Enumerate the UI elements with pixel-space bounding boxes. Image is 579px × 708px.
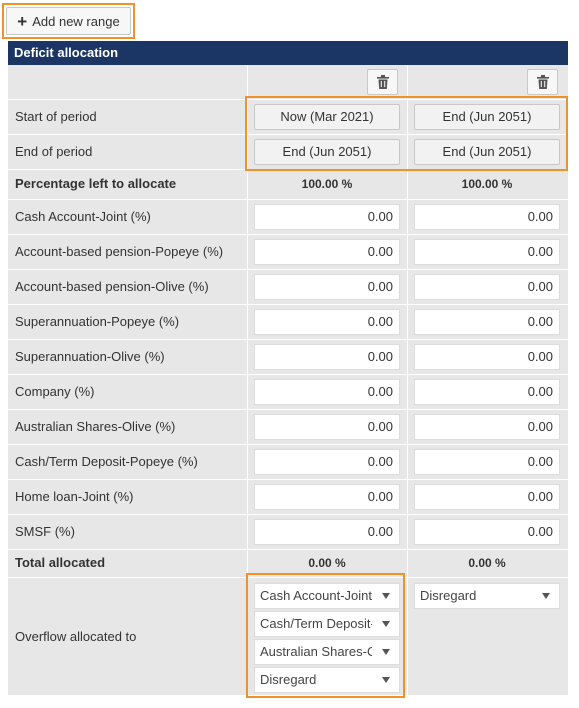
overflow-select-col2[interactable]: Disregard — [414, 583, 560, 609]
allocation-input-1[interactable]: 0.00 — [254, 519, 400, 545]
allocation-input-1[interactable]: 0.00 — [254, 414, 400, 440]
allocation-input-2[interactable]: 0.00 — [414, 204, 560, 230]
allocation-label: Superannuation-Olive (%) — [15, 349, 165, 364]
allocation-input-2[interactable]: 0.00 — [414, 379, 560, 405]
allocation-row: Cash Account-Joint (%) 0.00 0.00 — [8, 199, 568, 234]
allocation-input-1[interactable]: 0.00 — [254, 484, 400, 510]
allocation-label: Australian Shares-Olive (%) — [15, 419, 176, 434]
allocation-input-2[interactable]: 0.00 — [414, 484, 560, 510]
allocation-input-1[interactable]: 0.00 — [254, 344, 400, 370]
allocation-label: Superannuation-Popeye (%) — [15, 314, 180, 329]
total-allocated-label: Total allocated — [15, 555, 106, 570]
allocation-input-2[interactable]: 0.00 — [414, 239, 560, 265]
allocation-row: Cash/Term Deposit-Popeye (%) 0.00 0.00 — [8, 444, 568, 479]
allocation-row: Home loan-Joint (%) 0.00 0.00 — [8, 479, 568, 514]
allocation-input-2[interactable]: 0.00 — [414, 414, 560, 440]
allocation-input-1[interactable]: 0.00 — [254, 379, 400, 405]
end-of-period-label: End of period — [15, 144, 93, 159]
allocation-label: SMSF (%) — [15, 524, 75, 539]
allocation-label: Cash/Term Deposit-Popeye (%) — [15, 454, 198, 469]
allocation-row: Account-based pension-Olive (%) 0.00 0.0… — [8, 269, 568, 304]
allocation-input-2[interactable]: 0.00 — [414, 274, 560, 300]
total-allocated-value-2: 0.00 % — [468, 556, 506, 570]
allocation-label: Company (%) — [15, 384, 95, 399]
add-new-range-label: Add new range — [32, 13, 120, 29]
allocation-row: Account-based pension-Popeye (%) 0.00 0.… — [8, 234, 568, 269]
allocation-input-1[interactable]: 0.00 — [254, 204, 400, 230]
percentage-left-value-2: 100.00 % — [461, 177, 513, 191]
add-new-range-button[interactable]: + Add new range — [6, 7, 131, 35]
allocation-row: Superannuation-Olive (%) 0.00 0.00 — [8, 339, 568, 374]
percentage-left-label: Percentage left to allocate — [15, 176, 177, 191]
allocation-label: Cash Account-Joint (%) — [15, 209, 151, 224]
percentage-left-value-1: 100.00 % — [301, 177, 353, 191]
allocation-input-2[interactable]: 0.00 — [414, 309, 560, 335]
allocation-input-2[interactable]: 0.00 — [414, 519, 560, 545]
panel-title: Deficit allocation — [8, 41, 568, 65]
delete-range-row — [8, 65, 568, 99]
overflow-label: Overflow allocated to — [15, 629, 137, 644]
allocation-input-1[interactable]: 0.00 — [254, 449, 400, 475]
trash-icon — [536, 75, 549, 89]
allocation-input-1[interactable]: 0.00 — [254, 239, 400, 265]
allocation-label: Account-based pension-Olive (%) — [15, 279, 209, 294]
highlight-overflow-selects — [246, 573, 405, 698]
allocation-input-2[interactable]: 0.00 — [414, 449, 560, 475]
allocation-label: Home loan-Joint (%) — [15, 489, 134, 504]
allocation-input-1[interactable]: 0.00 — [254, 309, 400, 335]
chevron-down-icon — [542, 593, 550, 599]
allocation-label: Account-based pension-Popeye (%) — [15, 244, 224, 259]
allocation-input-1[interactable]: 0.00 — [254, 274, 400, 300]
allocation-row: Company (%) 0.00 0.00 — [8, 374, 568, 409]
trash-icon — [376, 75, 389, 89]
percentage-left-row: Percentage left to allocate 100.00 % 100… — [8, 169, 568, 199]
highlight-period-buttons — [245, 96, 568, 171]
delete-range-button-2[interactable] — [527, 69, 558, 95]
allocation-row: Superannuation-Popeye (%) 0.00 0.00 — [8, 304, 568, 339]
delete-range-button-1[interactable] — [367, 69, 398, 95]
overflow-select-value: Disregard — [420, 588, 477, 603]
allocation-row: Australian Shares-Olive (%) 0.00 0.00 — [8, 409, 568, 444]
allocation-input-2[interactable]: 0.00 — [414, 344, 560, 370]
start-of-period-label: Start of period — [15, 109, 97, 124]
allocation-row: SMSF (%) 0.00 0.00 — [8, 514, 568, 549]
plus-icon: + — [17, 11, 28, 31]
